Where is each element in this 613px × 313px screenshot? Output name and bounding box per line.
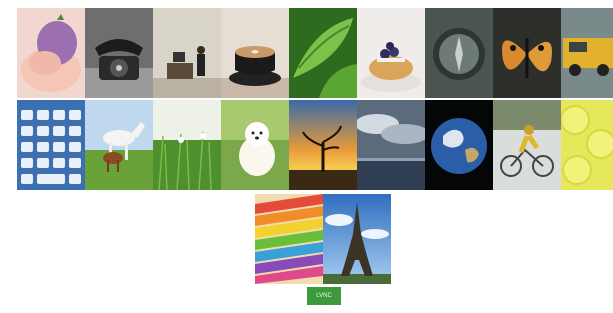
cyclist-image (493, 100, 561, 190)
lemon-slices-image (561, 100, 613, 190)
keyboard-image (17, 100, 85, 190)
horses-image (85, 100, 153, 190)
ocean-clouds-image (357, 100, 425, 190)
baby-image (17, 8, 85, 98)
image-tile-baby[interactable] (17, 8, 85, 98)
image-tile-blueberry-waffles[interactable] (357, 8, 425, 98)
image-tile-butterfly[interactable] (493, 8, 561, 98)
image-tile-sunset-tree[interactable] (289, 100, 357, 190)
office-desk-image (153, 8, 221, 98)
image-tile-rotary-phone[interactable] (85, 8, 153, 98)
image-tile-latte-coffee[interactable] (221, 8, 289, 98)
image-tile-green-leaves[interactable] (289, 8, 357, 98)
image-tile-earth[interactable] (425, 100, 493, 190)
image-tile-compass[interactable] (425, 8, 493, 98)
latte-coffee-image (221, 8, 289, 98)
image-tile-meadow[interactable] (153, 100, 221, 190)
compass-image (425, 8, 493, 98)
image-tile-lemon-slices[interactable] (561, 100, 613, 190)
puppy-image (221, 100, 289, 190)
image-tile-office-desk[interactable] (153, 8, 221, 98)
yellow-truck-image (561, 8, 613, 98)
meadow-image (153, 100, 221, 190)
image-tile-colored-pencils[interactable] (255, 194, 323, 284)
image-grid-row-3 (255, 194, 391, 284)
image-tile-keyboard[interactable] (17, 100, 85, 190)
butterfly-image (493, 8, 561, 98)
blueberry-waffles-image (357, 8, 425, 98)
submit-button[interactable]: LVNC (307, 287, 341, 305)
green-leaves-image (289, 8, 357, 98)
eiffel-tower-image (323, 194, 391, 284)
image-tile-horses[interactable] (85, 100, 153, 190)
footnote-text: ... (322, 308, 326, 312)
sunset-tree-image (289, 100, 357, 190)
image-tile-eiffel-tower[interactable] (323, 194, 391, 284)
image-tile-ocean-clouds[interactable] (357, 100, 425, 190)
image-grid-row-2 (17, 100, 613, 190)
rotary-phone-image (85, 8, 153, 98)
image-grid-row-1 (17, 8, 613, 98)
image-tile-yellow-truck[interactable] (561, 8, 613, 98)
image-tile-cyclist[interactable] (493, 100, 561, 190)
image-tile-puppy[interactable] (221, 100, 289, 190)
colored-pencils-image (255, 194, 323, 284)
earth-image (425, 100, 493, 190)
